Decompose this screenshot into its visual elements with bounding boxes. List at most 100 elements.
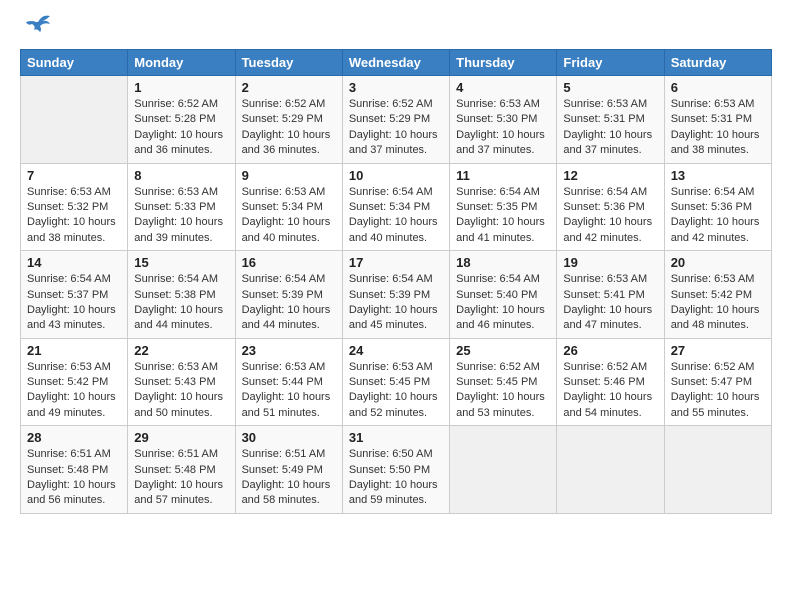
- daylight-label: Daylight: 10 hours and 38 minutes.: [671, 129, 760, 156]
- sunrise-label: Sunrise: 6:53 AM: [242, 361, 326, 373]
- cell-info: Sunrise: 6:51 AM Sunset: 5:48 PM Dayligh…: [27, 447, 121, 509]
- cell-info: Sunrise: 6:54 AM Sunset: 5:36 PM Dayligh…: [563, 185, 657, 247]
- day-header-saturday: Saturday: [664, 50, 771, 76]
- cell-info: Sunrise: 6:53 AM Sunset: 5:31 PM Dayligh…: [671, 97, 765, 159]
- sunrise-label: Sunrise: 6:54 AM: [349, 273, 433, 285]
- sunset-label: Sunset: 5:31 PM: [671, 113, 752, 125]
- daylight-label: Daylight: 10 hours and 44 minutes.: [242, 304, 331, 331]
- sunrise-label: Sunrise: 6:54 AM: [563, 186, 647, 198]
- daylight-label: Daylight: 10 hours and 41 minutes.: [456, 216, 545, 243]
- daylight-label: Daylight: 10 hours and 36 minutes.: [242, 129, 331, 156]
- cell-info: Sunrise: 6:53 AM Sunset: 5:43 PM Dayligh…: [134, 360, 228, 422]
- sunset-label: Sunset: 5:45 PM: [349, 376, 430, 388]
- calendar-cell: 11 Sunrise: 6:54 AM Sunset: 5:35 PM Dayl…: [450, 163, 557, 251]
- calendar-cell: 7 Sunrise: 6:53 AM Sunset: 5:32 PM Dayli…: [21, 163, 128, 251]
- sunrise-label: Sunrise: 6:53 AM: [563, 273, 647, 285]
- day-header-monday: Monday: [128, 50, 235, 76]
- day-header-friday: Friday: [557, 50, 664, 76]
- day-number: 11: [456, 168, 550, 183]
- cell-info: Sunrise: 6:52 AM Sunset: 5:45 PM Dayligh…: [456, 360, 550, 422]
- day-number: 24: [349, 343, 443, 358]
- sunset-label: Sunset: 5:28 PM: [134, 113, 215, 125]
- calendar-cell: 2 Sunrise: 6:52 AM Sunset: 5:29 PM Dayli…: [235, 76, 342, 164]
- day-header-wednesday: Wednesday: [342, 50, 449, 76]
- cell-info: Sunrise: 6:53 AM Sunset: 5:33 PM Dayligh…: [134, 185, 228, 247]
- sunrise-label: Sunrise: 6:53 AM: [134, 186, 218, 198]
- day-number: 31: [349, 430, 443, 445]
- calendar-cell: 17 Sunrise: 6:54 AM Sunset: 5:39 PM Dayl…: [342, 251, 449, 339]
- cell-info: Sunrise: 6:53 AM Sunset: 5:44 PM Dayligh…: [242, 360, 336, 422]
- calendar-table: SundayMondayTuesdayWednesdayThursdayFrid…: [20, 49, 772, 514]
- sunset-label: Sunset: 5:49 PM: [242, 464, 323, 476]
- day-number: 13: [671, 168, 765, 183]
- calendar-cell: 4 Sunrise: 6:53 AM Sunset: 5:30 PM Dayli…: [450, 76, 557, 164]
- header: [20, 16, 772, 39]
- daylight-label: Daylight: 10 hours and 40 minutes.: [242, 216, 331, 243]
- sunrise-label: Sunrise: 6:54 AM: [456, 186, 540, 198]
- day-number: 30: [242, 430, 336, 445]
- cell-info: Sunrise: 6:54 AM Sunset: 5:38 PM Dayligh…: [134, 272, 228, 334]
- daylight-label: Daylight: 10 hours and 45 minutes.: [349, 304, 438, 331]
- cell-info: Sunrise: 6:54 AM Sunset: 5:34 PM Dayligh…: [349, 185, 443, 247]
- cell-info: Sunrise: 6:52 AM Sunset: 5:28 PM Dayligh…: [134, 97, 228, 159]
- sunrise-label: Sunrise: 6:53 AM: [671, 273, 755, 285]
- cell-info: Sunrise: 6:51 AM Sunset: 5:48 PM Dayligh…: [134, 447, 228, 509]
- sunrise-label: Sunrise: 6:54 AM: [27, 273, 111, 285]
- calendar-cell: 22 Sunrise: 6:53 AM Sunset: 5:43 PM Dayl…: [128, 338, 235, 426]
- cell-info: Sunrise: 6:52 AM Sunset: 5:29 PM Dayligh…: [242, 97, 336, 159]
- daylight-label: Daylight: 10 hours and 46 minutes.: [456, 304, 545, 331]
- day-number: 14: [27, 255, 121, 270]
- daylight-label: Daylight: 10 hours and 37 minutes.: [456, 129, 545, 156]
- calendar-cell: 13 Sunrise: 6:54 AM Sunset: 5:36 PM Dayl…: [664, 163, 771, 251]
- cell-info: Sunrise: 6:52 AM Sunset: 5:47 PM Dayligh…: [671, 360, 765, 422]
- week-row-1: 1 Sunrise: 6:52 AM Sunset: 5:28 PM Dayli…: [21, 76, 772, 164]
- sunrise-label: Sunrise: 6:52 AM: [456, 361, 540, 373]
- calendar-cell: 20 Sunrise: 6:53 AM Sunset: 5:42 PM Dayl…: [664, 251, 771, 339]
- sunset-label: Sunset: 5:38 PM: [134, 289, 215, 301]
- daylight-label: Daylight: 10 hours and 48 minutes.: [671, 304, 760, 331]
- sunset-label: Sunset: 5:32 PM: [27, 201, 108, 213]
- page: SundayMondayTuesdayWednesdayThursdayFrid…: [0, 0, 792, 530]
- sunset-label: Sunset: 5:39 PM: [242, 289, 323, 301]
- calendar-cell: [450, 426, 557, 514]
- calendar-cell: 1 Sunrise: 6:52 AM Sunset: 5:28 PM Dayli…: [128, 76, 235, 164]
- cell-info: Sunrise: 6:54 AM Sunset: 5:37 PM Dayligh…: [27, 272, 121, 334]
- week-row-3: 14 Sunrise: 6:54 AM Sunset: 5:37 PM Dayl…: [21, 251, 772, 339]
- sunset-label: Sunset: 5:39 PM: [349, 289, 430, 301]
- calendar-cell: [664, 426, 771, 514]
- day-number: 17: [349, 255, 443, 270]
- cell-info: Sunrise: 6:54 AM Sunset: 5:36 PM Dayligh…: [671, 185, 765, 247]
- daylight-label: Daylight: 10 hours and 38 minutes.: [27, 216, 116, 243]
- cell-info: Sunrise: 6:54 AM Sunset: 5:40 PM Dayligh…: [456, 272, 550, 334]
- day-number: 29: [134, 430, 228, 445]
- sunset-label: Sunset: 5:35 PM: [456, 201, 537, 213]
- week-row-2: 7 Sunrise: 6:53 AM Sunset: 5:32 PM Dayli…: [21, 163, 772, 251]
- sunrise-label: Sunrise: 6:53 AM: [27, 186, 111, 198]
- day-number: 18: [456, 255, 550, 270]
- calendar-cell: 23 Sunrise: 6:53 AM Sunset: 5:44 PM Dayl…: [235, 338, 342, 426]
- daylight-label: Daylight: 10 hours and 44 minutes.: [134, 304, 223, 331]
- header-row: SundayMondayTuesdayWednesdayThursdayFrid…: [21, 50, 772, 76]
- day-header-sunday: Sunday: [21, 50, 128, 76]
- sunset-label: Sunset: 5:36 PM: [671, 201, 752, 213]
- daylight-label: Daylight: 10 hours and 53 minutes.: [456, 391, 545, 418]
- sunset-label: Sunset: 5:29 PM: [242, 113, 323, 125]
- sunset-label: Sunset: 5:34 PM: [242, 201, 323, 213]
- sunset-label: Sunset: 5:33 PM: [134, 201, 215, 213]
- sunrise-label: Sunrise: 6:53 AM: [134, 361, 218, 373]
- sunrise-label: Sunrise: 6:53 AM: [27, 361, 111, 373]
- sunrise-label: Sunrise: 6:52 AM: [563, 361, 647, 373]
- sunrise-label: Sunrise: 6:53 AM: [349, 361, 433, 373]
- cell-info: Sunrise: 6:53 AM Sunset: 5:30 PM Dayligh…: [456, 97, 550, 159]
- calendar-cell: 24 Sunrise: 6:53 AM Sunset: 5:45 PM Dayl…: [342, 338, 449, 426]
- day-header-thursday: Thursday: [450, 50, 557, 76]
- sunrise-label: Sunrise: 6:54 AM: [671, 186, 755, 198]
- day-number: 9: [242, 168, 336, 183]
- calendar-cell: 6 Sunrise: 6:53 AM Sunset: 5:31 PM Dayli…: [664, 76, 771, 164]
- cell-info: Sunrise: 6:53 AM Sunset: 5:42 PM Dayligh…: [671, 272, 765, 334]
- sunset-label: Sunset: 5:40 PM: [456, 289, 537, 301]
- daylight-label: Daylight: 10 hours and 54 minutes.: [563, 391, 652, 418]
- logo-bird-icon: [24, 12, 52, 39]
- sunrise-label: Sunrise: 6:52 AM: [134, 98, 218, 110]
- calendar-cell: 16 Sunrise: 6:54 AM Sunset: 5:39 PM Dayl…: [235, 251, 342, 339]
